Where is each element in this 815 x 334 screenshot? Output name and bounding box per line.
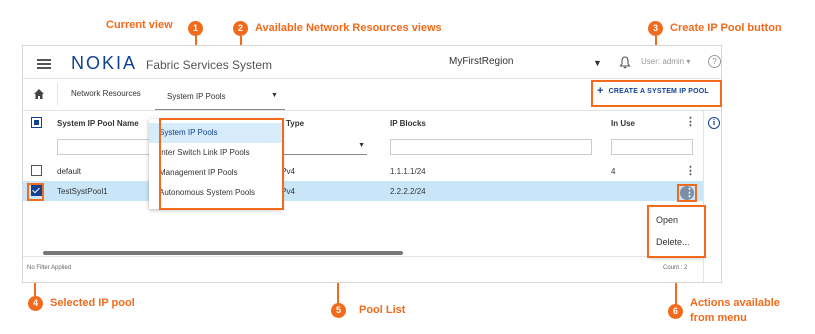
caret-down-icon: ▼	[271, 92, 278, 99]
row-ip-blocks: 2.2.2.2/24	[390, 187, 426, 196]
row-actions-icon[interactable]: ⋮	[685, 166, 696, 177]
nokia-logo: NOKIA	[71, 53, 138, 73]
view-selector[interactable]: System IP Pools ▼	[155, 80, 285, 110]
current-view-label: System IP Pools	[167, 92, 226, 101]
callout-badge-5: 5	[331, 303, 346, 318]
chevron-down-icon[interactable]: ▼	[593, 58, 602, 68]
filter-row: ▼	[23, 135, 703, 159]
callout-create-label: Create IP Pool button	[670, 22, 782, 34]
callout-selected-label: Selected IP pool	[50, 297, 135, 309]
filter-ip-blocks-input[interactable]	[390, 139, 592, 155]
callout-badge-3: 3	[648, 21, 663, 36]
row-count: Count : 2	[663, 265, 688, 271]
highlight-actions-menu	[647, 205, 706, 258]
highlight-views-menu	[159, 118, 284, 210]
column-menu-icon[interactable]: ⋮	[685, 117, 696, 128]
help-icon[interactable]: ?	[708, 55, 721, 68]
horizontal-scrollbar[interactable]	[43, 251, 403, 255]
callout-badge-1: 1	[188, 21, 203, 36]
table-footer: No Filter Applied Count : 2	[23, 256, 703, 282]
callout-pool-list-label: Pool List	[359, 304, 406, 316]
callout-actions-label-1: Actions available	[690, 297, 780, 309]
hamburger-menu-icon[interactable]	[37, 59, 51, 69]
row-name: TestSystPool1	[57, 187, 108, 196]
user-name: User: admin	[641, 57, 685, 66]
user-menu[interactable]: User: admin ▾	[641, 57, 690, 66]
highlight-selected-checkbox	[27, 183, 44, 201]
callout-current-view-label: Current view	[106, 19, 173, 31]
home-icon[interactable]	[33, 88, 45, 100]
callout-badge-2: 2	[233, 21, 248, 36]
breadcrumb-network-resources[interactable]: Network Resources	[71, 89, 141, 98]
callout-badge-4: 4	[28, 296, 43, 311]
table-row[interactable]: default IPv4 1.1.1.1/24 4 ⋮	[23, 161, 703, 181]
top-bar: NOKIA Fabric Services System MyFirstRegi…	[23, 46, 721, 79]
row-name: default	[57, 167, 82, 176]
highlight-create-button	[591, 80, 722, 107]
highlight-actions-button	[677, 184, 697, 202]
table-header: System IP Pool Name Type IP Blocks In Us…	[23, 111, 703, 135]
table-row-selected[interactable]: TestSystPool1 IPv4 2.2.2.2/24	[23, 181, 703, 201]
divider	[57, 83, 58, 105]
region-selector-label[interactable]: MyFirstRegion	[449, 56, 513, 67]
pool-list-table: System IP Pool Name Type IP Blocks In Us…	[23, 111, 703, 271]
info-icon[interactable]: i	[708, 117, 720, 129]
row-checkbox[interactable]	[31, 165, 42, 176]
row-in-use: 4	[611, 167, 616, 176]
column-header-ip-blocks[interactable]: IP Blocks	[390, 119, 426, 128]
filter-type-select[interactable]: ▼	[283, 139, 367, 155]
callout-views-label: Available Network Resources views	[255, 22, 442, 34]
column-header-in-use[interactable]: In Use	[611, 119, 635, 128]
caret-down-icon: ▼	[358, 142, 365, 149]
bell-icon[interactable]	[619, 56, 631, 69]
callout-badge-6: 6	[668, 304, 683, 319]
row-ip-blocks: 1.1.1.1/24	[390, 167, 426, 176]
filter-in-use-input[interactable]	[611, 139, 693, 155]
callout-actions-label-2: from menu	[690, 312, 747, 324]
column-header-type[interactable]: Type	[286, 119, 304, 128]
select-all-checkbox[interactable]	[31, 117, 42, 128]
app-title: Fabric Services System	[146, 58, 273, 72]
column-header-name[interactable]: System IP Pool Name	[57, 119, 139, 128]
chevron-down-icon: ▾	[686, 57, 691, 66]
filter-status: No Filter Applied	[27, 265, 72, 271]
